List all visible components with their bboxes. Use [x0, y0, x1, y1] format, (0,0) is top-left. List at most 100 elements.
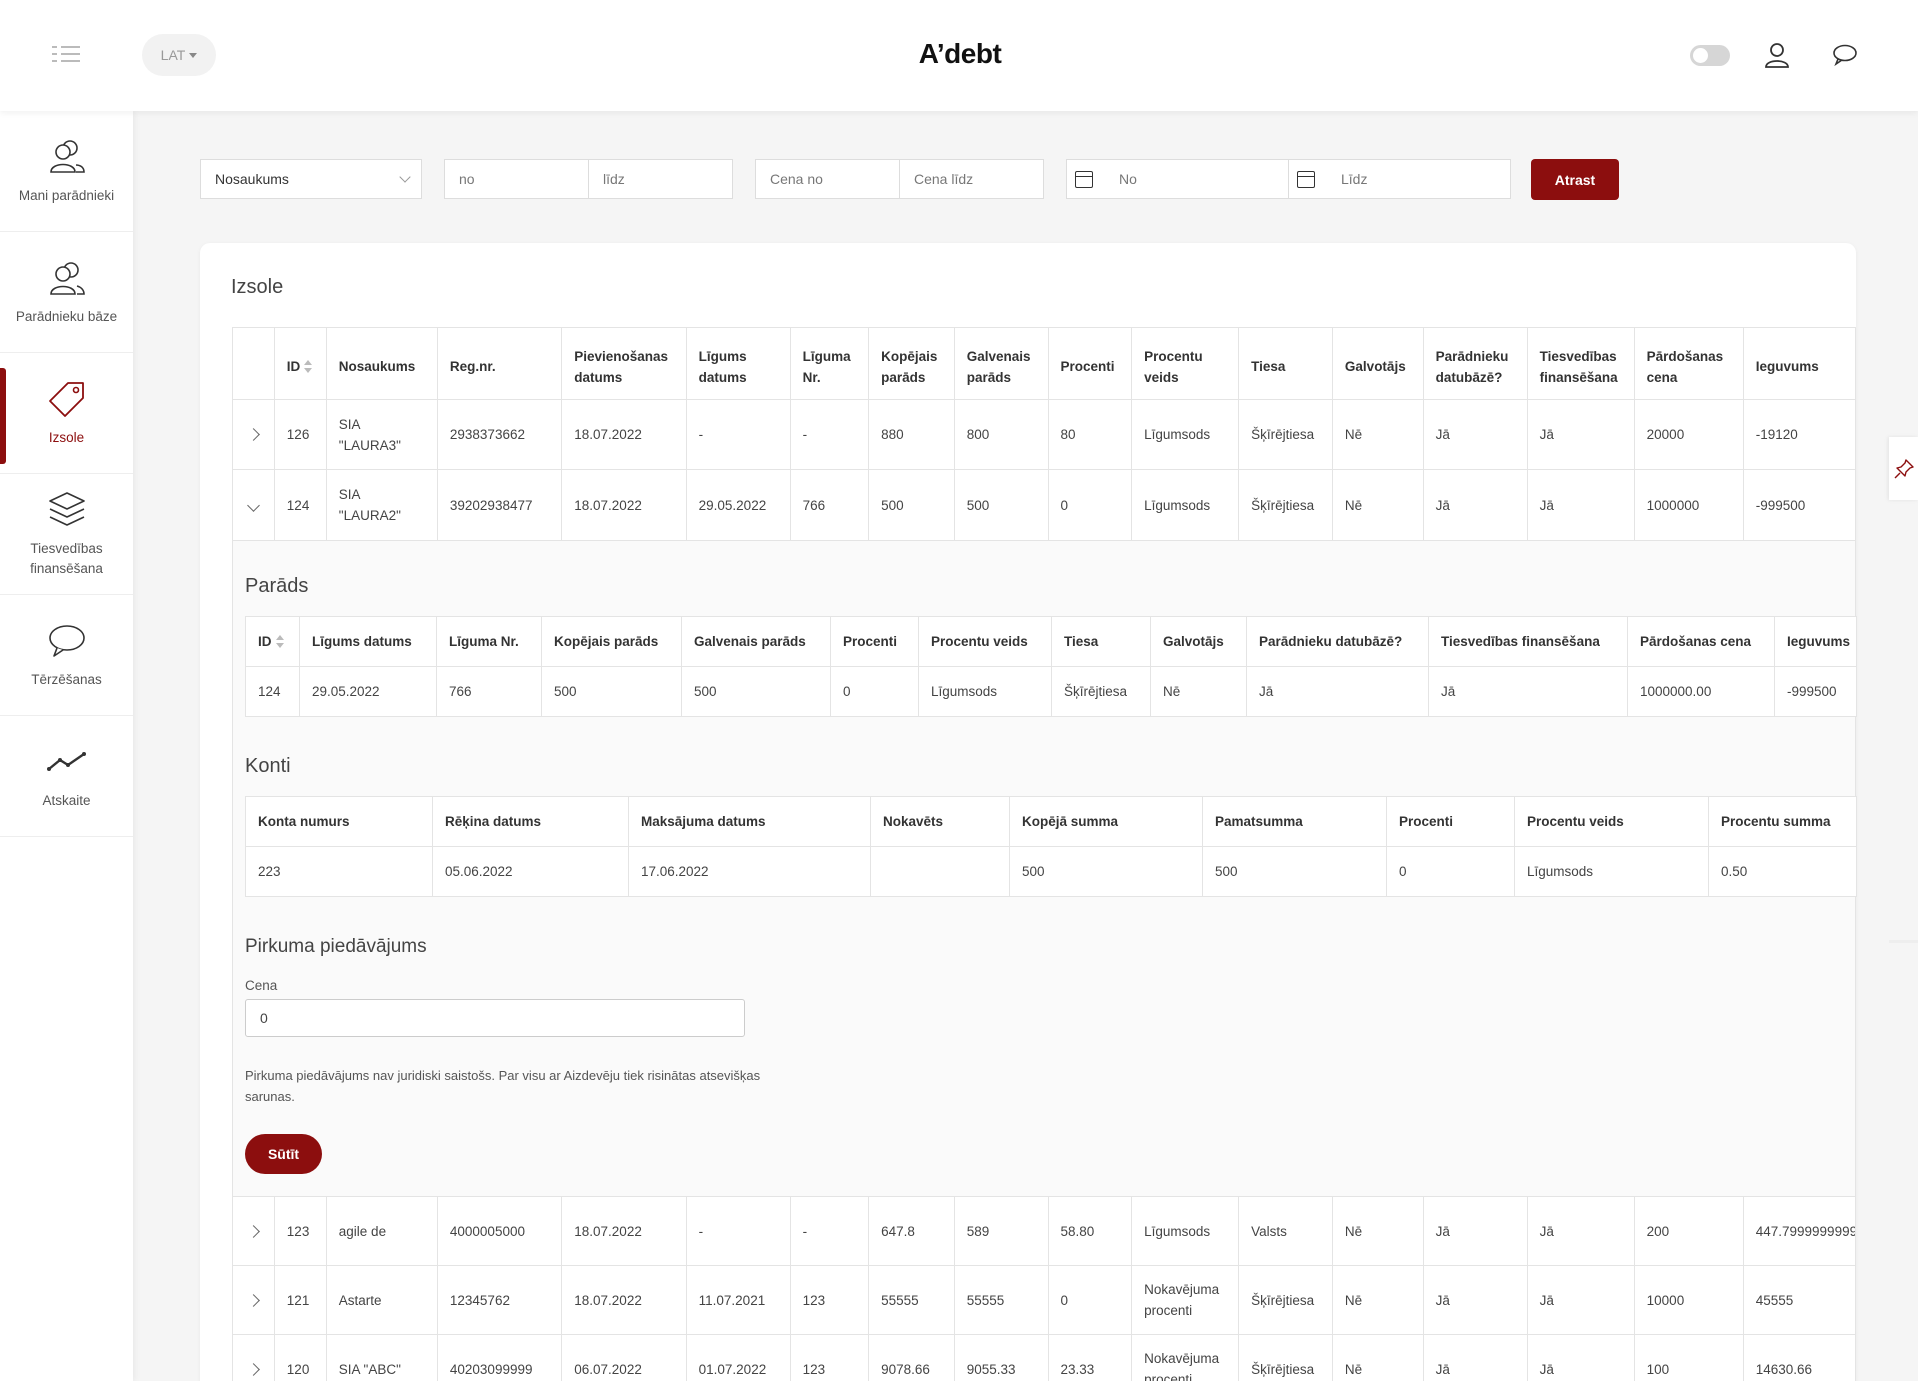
- accounts-section-title: Konti: [245, 755, 291, 777]
- sidebar-item-mani-paradnieki[interactable]: Mani parādnieki: [0, 111, 133, 232]
- column-header: Galvotājs: [1150, 616, 1247, 667]
- sidebar-item-izsole[interactable]: Izsole: [0, 353, 133, 474]
- cell-court: Šķīrējtiesa: [1238, 1265, 1333, 1335]
- date-to-input[interactable]: Līdz: [1288, 159, 1511, 199]
- column-header-id[interactable]: ID: [245, 616, 300, 667]
- top-bar: LAT A’debt: [0, 0, 1918, 111]
- column-header-id[interactable]: ID: [273, 327, 327, 400]
- cell-total: 55555: [868, 1265, 955, 1335]
- column-header: Galvotājs: [1331, 327, 1424, 400]
- table-row[interactable]: 120 SIA "ABC" 40203099999 06.07.2022 01.…: [232, 1334, 1857, 1381]
- cell-contract-date: -: [685, 399, 791, 470]
- offer-price-input[interactable]: 0: [245, 999, 745, 1037]
- column-header: Ieguvums: [1774, 616, 1857, 667]
- cell-added: 18.07.2022: [561, 469, 687, 541]
- pin-panel-button[interactable]: [1889, 437, 1918, 500]
- table-row[interactable]: 124 SIA "LAURA2" 39202938477 18.07.2022 …: [232, 469, 1857, 541]
- user-profile-icon[interactable]: [1762, 40, 1792, 70]
- cell-in-db: Jā: [1422, 469, 1528, 541]
- sidebar-item-atskaite[interactable]: Atskaite: [0, 716, 133, 837]
- table-header-row: ID Līgums datums Līguma Nr. Kopējais par…: [245, 616, 1857, 667]
- find-button[interactable]: Atrast: [1531, 159, 1619, 200]
- column-header: Procentu veids: [1131, 327, 1240, 400]
- cell-interest-type: Nokavējuma procenti: [1131, 1265, 1240, 1335]
- price-to-input[interactable]: Cena līdz: [899, 159, 1044, 199]
- cell-price: 100: [1633, 1334, 1744, 1381]
- cell-contract-date: 01.07.2022: [685, 1334, 791, 1381]
- cell: 0: [830, 666, 919, 717]
- cell-court: Valsts: [1238, 1196, 1333, 1266]
- sidebar-item-tiesvedibas-finansesana[interactable]: Tiesvedības finansēšana: [0, 474, 133, 595]
- cell-court: Šķīrējtiesa: [1238, 399, 1333, 470]
- table-row[interactable]: 121 Astarte 12345762 18.07.2022 11.07.20…: [232, 1265, 1857, 1335]
- cell-guarantor: Nē: [1331, 1334, 1424, 1381]
- column-header: Kopējais parāds: [541, 616, 682, 667]
- cell-price: 10000: [1633, 1265, 1744, 1335]
- sidebar-item-terzesanas[interactable]: Tērzēšanas: [0, 595, 133, 716]
- cell-in-db: Jā: [1422, 1265, 1528, 1335]
- chevron-right-icon[interactable]: [247, 1362, 260, 1376]
- column-header: Galvenais parāds: [953, 327, 1049, 400]
- sort-icon[interactable]: [275, 635, 284, 649]
- sidebar-item-paradnieku-baze[interactable]: Parādnieku bāze: [0, 232, 133, 353]
- cell-gain: 14630.66: [1742, 1334, 1857, 1381]
- table-header-row: Konta numurs Rēķina datums Maksājuma dat…: [245, 796, 1857, 847]
- number-from-input[interactable]: no: [444, 159, 589, 199]
- menu-toggle-icon[interactable]: [52, 46, 80, 64]
- column-header: Ieguvums: [1742, 327, 1857, 400]
- theme-toggle[interactable]: [1690, 45, 1730, 66]
- chevron-right-icon[interactable]: [247, 428, 260, 441]
- cell-interest-type: Līgumsods: [1131, 1196, 1240, 1266]
- number-to-input[interactable]: līdz: [588, 159, 733, 199]
- send-button[interactable]: Sūtīt: [245, 1134, 322, 1174]
- column-header: Procentu veids: [918, 616, 1052, 667]
- column-header: Tiesvedības finansēšana: [1526, 327, 1635, 400]
- sidebar-label: Mani parādnieki: [18, 188, 115, 203]
- column-header: Pārdošanas cena: [1627, 616, 1775, 667]
- auction-table: ID Nosaukums Reg.nr. Pievienošanas datum…: [232, 327, 1857, 541]
- cell: Līgumsods: [918, 666, 1052, 717]
- messages-icon[interactable]: [1830, 40, 1860, 70]
- cell: 0: [1386, 846, 1515, 897]
- sort-icon[interactable]: [304, 360, 313, 374]
- column-header: Tiesvedības finansēšana: [1428, 616, 1628, 667]
- price-from-input[interactable]: Cena no: [755, 159, 900, 199]
- date-from-placeholder: No: [1119, 171, 1137, 187]
- cell-financing: Jā: [1526, 1196, 1635, 1266]
- cell-total: 880: [868, 399, 955, 470]
- cell: 500: [541, 666, 682, 717]
- cell: 500: [681, 666, 831, 717]
- cell-reg: 2938373662: [436, 399, 563, 470]
- cell-reg: 12345762: [436, 1265, 563, 1335]
- cell-id: 121: [273, 1265, 327, 1335]
- cell: -999500: [1774, 666, 1857, 717]
- cell: [870, 846, 1010, 897]
- cell-contract-no: -: [789, 399, 870, 470]
- chevron-right-icon[interactable]: [247, 1224, 260, 1238]
- column-header: Procenti: [1047, 327, 1133, 400]
- column-header: Kopējā summa: [1009, 796, 1203, 847]
- chat-bubble-icon: [48, 625, 85, 657]
- date-from-input[interactable]: No: [1066, 159, 1289, 199]
- cell: 500: [1202, 846, 1387, 897]
- language-selector[interactable]: LAT: [142, 34, 216, 76]
- cell-name: SIA "LAURA3": [325, 399, 438, 470]
- column-header: Nosaukums: [325, 327, 438, 400]
- cell-guarantor: Nē: [1331, 399, 1424, 470]
- cell: Nē: [1150, 666, 1247, 717]
- chevron-right-icon[interactable]: [247, 1293, 260, 1307]
- cell-court: Šķīrējtiesa: [1238, 469, 1333, 541]
- cell-in-db: Jā: [1422, 1196, 1528, 1266]
- cell-total: 647.8: [868, 1196, 955, 1266]
- name-select-value: Nosaukums: [215, 171, 289, 187]
- name-select[interactable]: Nosaukums: [200, 159, 422, 199]
- chevron-down-icon[interactable]: [247, 498, 260, 512]
- sidebar-label: Atskaite: [42, 793, 91, 808]
- column-header: Pievienošanas datums: [561, 327, 687, 400]
- cell-gain: -19120: [1742, 399, 1857, 470]
- table-row[interactable]: 126 SIA "LAURA3" 2938373662 18.07.2022 -…: [232, 399, 1857, 470]
- table-row[interactable]: 123 agile de 4000005000 18.07.2022 - - 6…: [232, 1196, 1857, 1266]
- cell-in-db: Jā: [1422, 1334, 1528, 1381]
- cell-interest-type: Nokavējuma procenti: [1131, 1334, 1240, 1381]
- calendar-icon: [1297, 170, 1315, 188]
